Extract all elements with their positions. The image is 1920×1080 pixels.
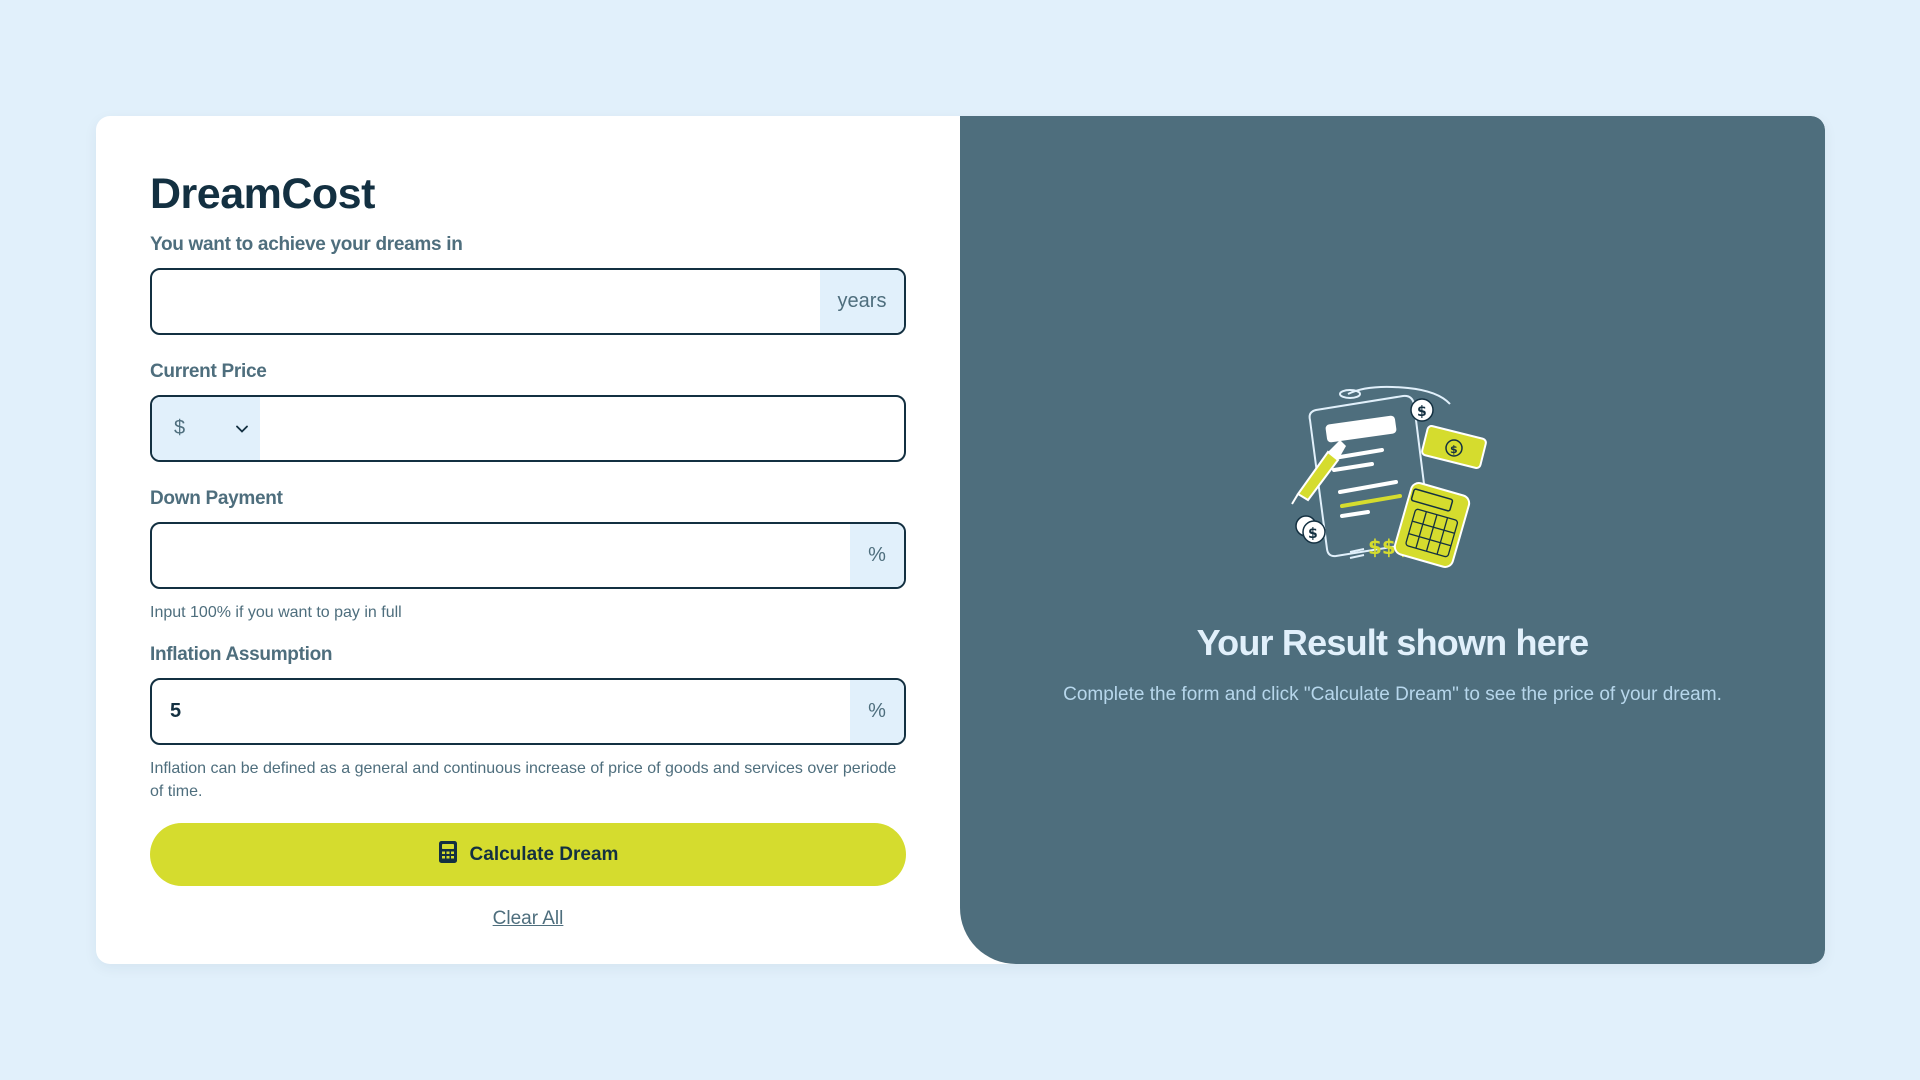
calculate-dream-label: Calculate Dream [469,843,619,865]
price-input-group: $ [150,395,906,462]
down-payment-field-group: Down Payment % Input 100% if you want to… [150,488,906,624]
result-pane: $$$ $ $ $ Your Result shown here Complet… [960,116,1825,964]
down-payment-hint: Input 100% if you want to pay in full [150,604,402,621]
price-label: Current Price [150,361,267,382]
result-title: Your Result shown here [1196,622,1590,663]
inflation-label: Inflation Assumption [150,644,333,665]
years-field-group: You want to achieve your dreams in years [150,234,906,335]
down-payment-suffix: % [850,524,904,587]
inflation-input[interactable] [152,680,850,743]
calculator-card: DreamCost You want to achieve your dream… [96,116,1825,964]
app-title: DreamCost [150,170,375,218]
price-input[interactable] [260,397,904,460]
svg-text:$: $ [1417,404,1427,420]
inflation-hint: Inflation can be defined as a general an… [150,760,897,800]
calculator-icon [438,840,458,870]
inflation-input-group: % [150,678,906,745]
price-field-group: Current Price $ [150,361,906,462]
svg-text:$: $ [1450,443,1458,456]
svg-text:$: $ [1308,526,1318,542]
result-description: Complete the form and click "Calculate D… [1063,684,1722,705]
inflation-suffix: % [850,680,904,743]
currency-value: $ [174,417,186,439]
down-payment-label: Down Payment [150,488,283,509]
down-payment-input-group: % [150,522,906,589]
currency-select[interactable]: $ [152,397,260,460]
form-pane: DreamCost You want to achieve your dream… [96,116,960,964]
finance-document-illustration: $$$ $ $ $ [1288,382,1498,582]
calculate-dream-button[interactable]: Calculate Dream [150,823,906,886]
inflation-field-group: Inflation Assumption % Inflation can be … [150,644,906,803]
years-label: You want to achieve your dreams in [150,234,463,255]
years-input-group: years [150,268,906,335]
clear-all-link[interactable]: Clear All [150,908,906,930]
chevron-down-icon [236,421,248,436]
years-input[interactable] [152,270,820,333]
years-suffix: years [820,270,904,333]
down-payment-input[interactable] [152,524,850,587]
